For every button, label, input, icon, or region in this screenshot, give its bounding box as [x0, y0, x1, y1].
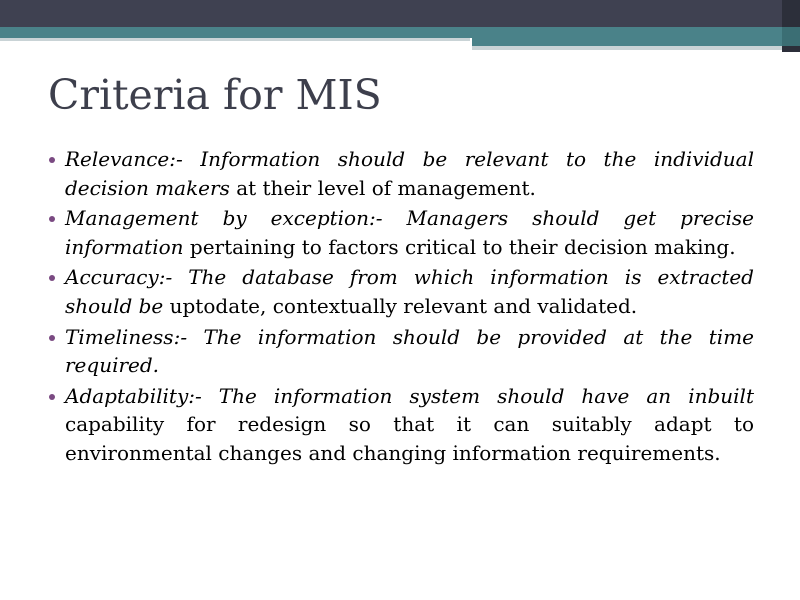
bullet-text: uptodate, contextually relevant and vali…: [163, 293, 638, 318]
bullet-italic-text: Timeliness:- The information should be p…: [65, 324, 754, 378]
banner-light-tab: [472, 46, 800, 50]
bullet-dot-icon: [49, 157, 55, 163]
bullet-italic-text: Adaptability:- The information system sh…: [65, 383, 754, 408]
bullet-list: Relevance:- Information should be releva…: [48, 145, 754, 470]
bullet-dot-icon: [49, 334, 55, 341]
bullet-item-adaptability: Adaptability:- The information system sh…: [48, 382, 754, 468]
banner-right-teal: [782, 27, 800, 46]
bullet-item-management-by-exception: Management by exception:- Managers shoul…: [48, 204, 754, 261]
slide: Criteria for MIS Relevance:- Information…: [0, 0, 800, 600]
bullet-dot-icon: [49, 275, 55, 282]
bullet-item-relevance: Relevance:- Information should be releva…: [48, 145, 754, 202]
bullet-text: capability for redesign so that it can s…: [65, 412, 754, 465]
banner-dark-band: [0, 0, 800, 27]
bullet-item-timeliness: Timeliness:- The information should be p…: [48, 323, 754, 380]
slide-title: Criteria for MIS: [48, 71, 382, 119]
bullet-dot-icon: [49, 393, 55, 400]
bullet-text: pertaining to factors critical to their …: [183, 234, 736, 259]
banner-teal-tab: [472, 38, 800, 46]
bullet-item-accuracy: Accuracy:- The database from which infor…: [48, 263, 754, 320]
banner-light-strip: [0, 38, 470, 41]
banner-teal-band: [0, 27, 800, 38]
bullet-text: at their level of management.: [229, 175, 536, 200]
bullet-dot-icon: [49, 216, 55, 223]
